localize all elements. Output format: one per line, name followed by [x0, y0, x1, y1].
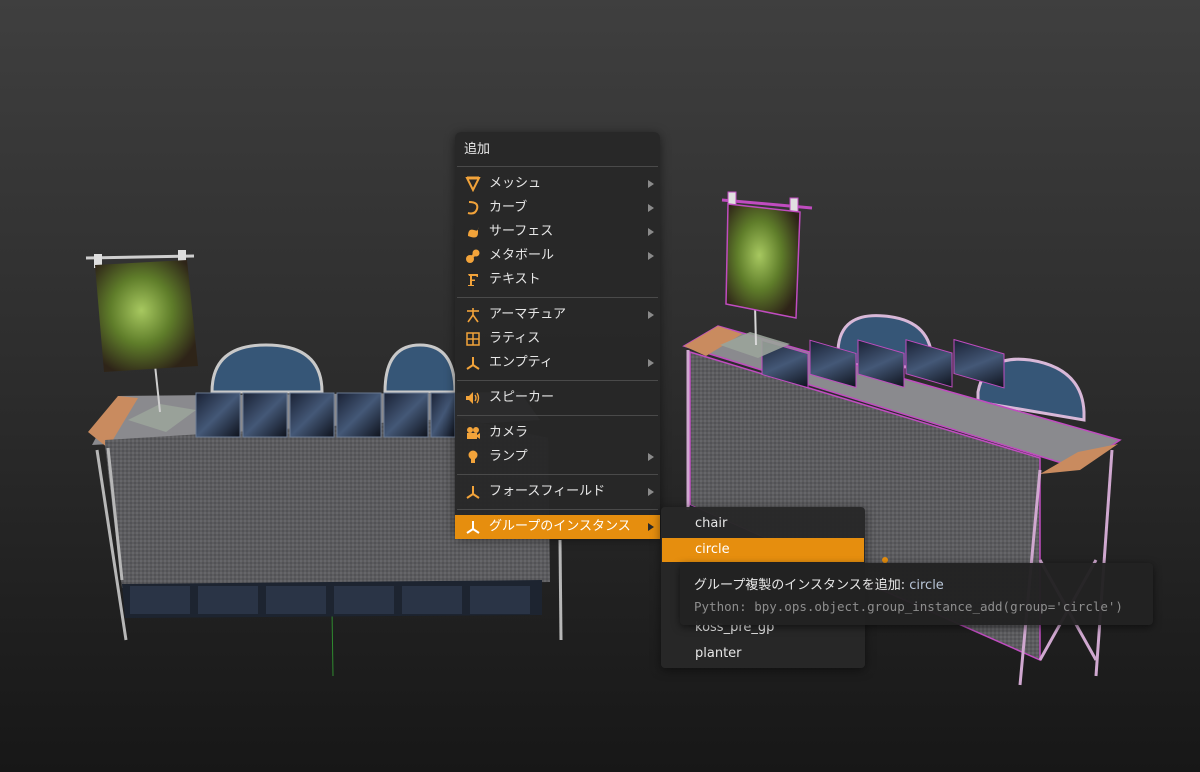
menu-item-speaker[interactable]: スピーカー [455, 386, 660, 410]
menu-item-label: スピーカー [489, 390, 555, 405]
menu-item-label: テキスト [489, 272, 541, 287]
submenu-item-circle[interactable]: circle [662, 538, 864, 562]
submenu-arrow-icon [648, 252, 654, 260]
menu-item-mesh[interactable]: メッシュ [455, 172, 660, 196]
tooltip-python: Python: bpy.ops.object.group_instance_ad… [694, 599, 1123, 614]
lattice-icon [466, 332, 480, 346]
operator-tooltip: グループ複製のインスタンスを追加: circle Python: bpy.ops… [680, 563, 1153, 625]
menu-item-curve[interactable]: カーブ [455, 196, 660, 220]
submenu-arrow-icon [648, 311, 654, 319]
submenu-item-planter[interactable]: planter [662, 642, 864, 666]
metaball-icon [466, 249, 480, 263]
menu-item-label: ラティス [489, 331, 541, 346]
submenu-arrow-icon [648, 488, 654, 496]
menu-item-label: メッシュ [489, 176, 542, 191]
submenu-arrow-icon [648, 359, 654, 367]
mesh-icon [465, 176, 481, 192]
tooltip-description-line: グループ複製のインスタンスを追加: circle [694, 574, 944, 593]
menu-item-lamp[interactable]: ランプ [455, 445, 660, 469]
text-icon [468, 274, 478, 286]
group-instance-icon [466, 521, 480, 534]
menu-item-lattice[interactable]: ラティス [455, 327, 660, 351]
submenu-arrow-icon [648, 180, 654, 188]
surface-icon [468, 227, 479, 238]
menu-item-force-field[interactable]: フォースフィールド [455, 480, 660, 504]
menu-item-label: サーフェス [489, 224, 554, 239]
menu-item-label: カーブ [489, 200, 528, 215]
submenu-item-chair[interactable]: chair [662, 512, 864, 536]
menu-item-label: カメラ [489, 425, 529, 440]
speaker-icon [466, 392, 480, 404]
menu-item-empty[interactable]: エンプティ [455, 351, 660, 375]
menu-item-group-instance[interactable]: グループのインスタンス [455, 515, 660, 539]
menu-item-label: メタボール [489, 248, 555, 263]
curve-icon [467, 201, 479, 215]
armature-icon [467, 308, 479, 323]
menu-item-label: エンプティ [489, 355, 553, 370]
add-menu: 追加 メッシュ カーブ サーフェス メタボール テキスト アーマチュア ラティス… [455, 132, 660, 539]
tooltip-description: グループ複製のインスタンスを追加: [694, 578, 906, 593]
menu-item-label: グループのインスタンス [489, 519, 631, 534]
tooltip-value: circle [909, 578, 944, 593]
submenu-arrow-icon [648, 228, 654, 236]
submenu-arrow-icon [648, 453, 654, 461]
menu-item-surface[interactable]: サーフェス [455, 220, 660, 244]
submenu-arrow-icon [648, 523, 654, 531]
add-menu-title: 追加 [464, 142, 491, 157]
empty-icon [466, 357, 480, 370]
submenu-arrow-icon [648, 204, 654, 212]
menu-item-text[interactable]: テキスト [455, 268, 660, 292]
menu-item-armature[interactable]: アーマチュア [455, 303, 660, 327]
menu-item-label: フォースフィールド [489, 484, 606, 499]
menu-item-camera[interactable]: カメラ [455, 421, 660, 445]
force-field-icon [466, 486, 480, 499]
menu-item-label: アーマチュア [489, 307, 566, 322]
lamp-icon [468, 450, 478, 463]
camera-icon [467, 427, 480, 439]
menu-item-label: ランプ [489, 449, 528, 464]
menu-item-metaball[interactable]: メタボール [455, 244, 660, 268]
